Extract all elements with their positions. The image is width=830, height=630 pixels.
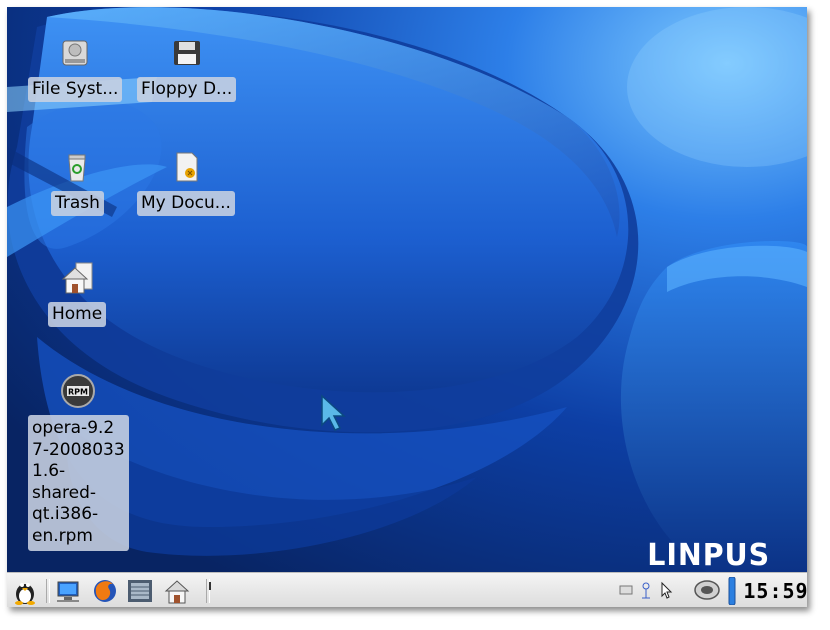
desktop-icon-file-system[interactable]: File Syst...: [28, 33, 123, 102]
linpus-logo: LINPUS: [646, 538, 770, 573]
documents-icon: [166, 147, 206, 187]
mouse-pointer: [321, 394, 346, 431]
desktop-icon-label: opera-9.2 7-2008033 1.6- shared- qt.i386…: [28, 415, 129, 551]
desktop-screen: File Syst... Floppy D... Trash My Docu..…: [7, 7, 807, 607]
home-launcher[interactable]: [162, 576, 192, 606]
trash-icon: [57, 147, 97, 187]
speaker-tray[interactable]: [693, 578, 721, 602]
keyboard-icon: [619, 585, 633, 595]
firefox-icon: [94, 580, 116, 602]
desktop-icon-trash[interactable]: Trash: [51, 147, 104, 216]
desktop-icon-label: Home: [48, 302, 107, 327]
mouse-icon: [661, 581, 673, 599]
desktop-icon-label: File Syst...: [28, 77, 123, 102]
taskbar-separator: [46, 579, 50, 603]
bluetooth-icon: [642, 582, 650, 599]
bluetooth-tray[interactable]: [637, 581, 655, 599]
speaker-icon: [694, 580, 720, 600]
desktop-icon-floppy[interactable]: Floppy D...: [137, 33, 237, 102]
desktop-icon-label: Trash: [51, 191, 104, 216]
floppy-icon: [167, 33, 207, 73]
clock[interactable]: 15:59: [743, 578, 807, 604]
home-icon: [164, 580, 190, 604]
volume-slider[interactable]: [727, 577, 737, 605]
file-manager-icon: [128, 580, 152, 602]
mouse-tray[interactable]: [659, 581, 677, 599]
desktop-icon-label: Floppy D...: [137, 77, 237, 102]
linpus-menu-icon: [15, 583, 35, 605]
linpus-menu-button[interactable]: [10, 576, 40, 606]
firefox-launcher[interactable]: [90, 576, 120, 606]
rpm-package-icon: RPM: [58, 371, 98, 411]
network-computer-icon: [57, 581, 79, 602]
home-icon: [57, 258, 97, 298]
desktop-icon-label: My Docu...: [137, 191, 235, 216]
network-computer-launcher[interactable]: [53, 576, 83, 606]
harddrive-icon: [55, 33, 95, 73]
taskbar-handle[interactable]: [208, 582, 212, 600]
svg-text:RPM: RPM: [68, 388, 88, 397]
desktop-icon-opera-rpm[interactable]: RPM opera-9.2 7-2008033 1.6- shared- qt.…: [28, 371, 129, 551]
taskbar: 15:59: [7, 572, 807, 607]
desktop-icon-my-documents[interactable]: My Docu...: [137, 147, 235, 216]
keyboard-tray[interactable]: [617, 581, 635, 599]
desktop-icon-home[interactable]: Home: [48, 258, 107, 327]
file-manager-launcher[interactable]: [125, 576, 155, 606]
